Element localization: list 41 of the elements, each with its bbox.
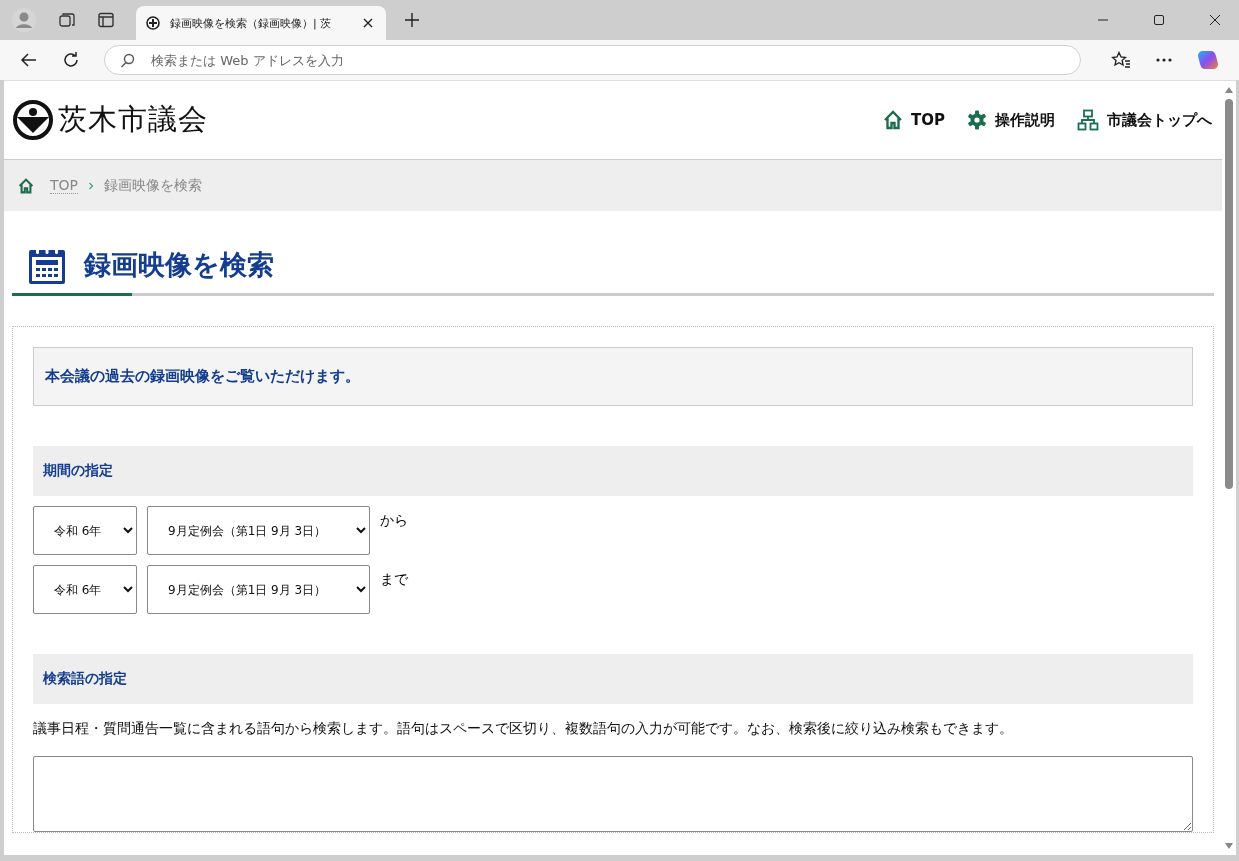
range-label: から [380, 512, 408, 530]
page-title: 録画映像を検索 [84, 248, 274, 282]
nav-link[interactable]: TOP [883, 110, 947, 130]
nav-link[interactable]: 操作説明 [967, 110, 1057, 130]
section-heading: 期間の指定 [33, 446, 1193, 496]
site-logo-text[interactable]: 茨木市議会 [58, 100, 208, 140]
era-year-select[interactable]: 令和 6年 [33, 565, 137, 614]
scroll-up-icon[interactable] [1225, 87, 1233, 93]
home-icon [883, 110, 903, 130]
home-icon[interactable] [18, 177, 34, 194]
sitemap-icon [1077, 109, 1099, 131]
gear-icon [967, 110, 987, 130]
back-icon[interactable] [20, 51, 38, 69]
close-icon[interactable] [1209, 14, 1221, 26]
keyword-input[interactable] [33, 756, 1193, 832]
site-favicon-icon [146, 16, 160, 30]
favorites-icon[interactable] [1111, 51, 1131, 69]
tab-panel-icon[interactable] [98, 12, 114, 28]
breadcrumb-current: 録画映像を検索 [104, 176, 202, 195]
more-icon[interactable] [1155, 57, 1173, 63]
close-tab-icon[interactable] [362, 17, 374, 29]
tab-title: 録画映像を検索（録画映像）| 茨 [170, 15, 333, 31]
range-label: まで [380, 571, 408, 589]
scroll-down-icon[interactable] [1225, 843, 1233, 849]
copilot-icon[interactable] [1197, 49, 1219, 71]
city-emblem-icon [12, 99, 54, 141]
meeting-select[interactable]: 9月定例会（第1日 9月 3日） [147, 565, 370, 614]
new-tab-icon[interactable] [404, 12, 420, 28]
maximize-icon[interactable] [1153, 14, 1165, 26]
chevron-icon [88, 181, 94, 190]
browser-tab[interactable]: 録画映像を検索（録画映像）| 茨 [136, 6, 386, 40]
keyword-description: 議事日程・質問通告一覧に含まれる語句から検索します。語句はスペースで区切り、複数語句の入力が可能です。なお、検索後に絞り込み検索もできます。 [33, 720, 1014, 738]
nav-link[interactable]: 市議会トップへ [1077, 109, 1214, 131]
section-heading: 検索語の指定 [33, 654, 1193, 704]
era-year-select[interactable]: 令和 6年 [33, 506, 137, 555]
workspaces-icon[interactable] [58, 11, 76, 29]
refresh-icon[interactable] [62, 51, 80, 69]
address-field[interactable]: 検索または Web アドレスを入力 [104, 45, 1081, 75]
meeting-select[interactable]: 9月定例会（第1日 9月 3日） [147, 506, 370, 555]
intro-notice: 本会議の過去の録画映像をご覧いただけます。 [33, 347, 1193, 406]
scrollbar-thumb[interactable] [1225, 99, 1233, 489]
